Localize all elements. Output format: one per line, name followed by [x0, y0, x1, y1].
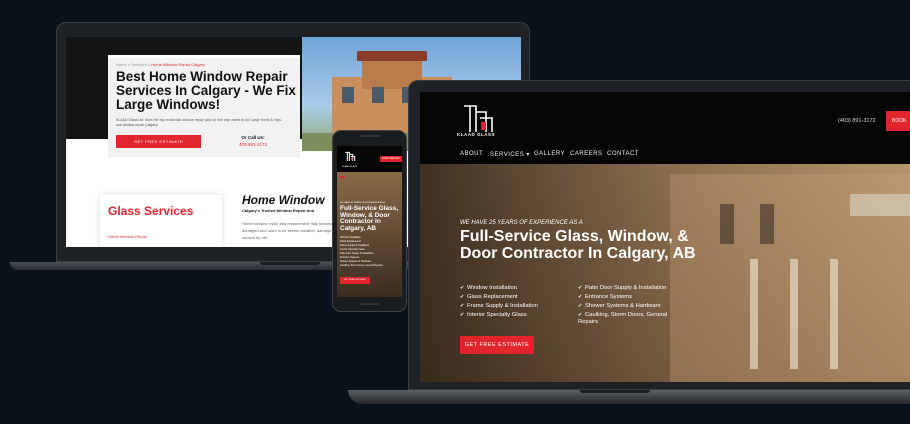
breadcrumb-sep: >	[147, 62, 151, 67]
hero-title: Full-Service Glass, Window, & Door Contr…	[460, 228, 696, 262]
laptop-front-notch	[580, 390, 650, 393]
service-item: Shower Systems & Hardware	[578, 303, 661, 309]
menu-icon[interactable]	[340, 176, 345, 178]
brand-name: KLAAD GLASS	[457, 132, 495, 137]
breadcrumb-current: Home Window Repair Calgary	[151, 62, 205, 67]
breadcrumb-sep: >	[127, 62, 131, 67]
brand-name: KLAAD GLASS	[342, 166, 358, 168]
top-navbar: KLAAD GLASS (403) 891-3172 BOOK ABOUT SE…	[420, 92, 910, 164]
nav-item-about[interactable]: ABOUT	[460, 151, 483, 157]
service-item: Frame Supply & Installation	[460, 303, 538, 309]
service-item: Entrance Systems	[578, 294, 632, 300]
service-item: Glass Replacement	[340, 240, 361, 243]
phone-link[interactable]: 403-891-3172	[228, 142, 278, 147]
page-title: Best Home Window Repair Services In Calg…	[116, 69, 296, 112]
service-item: Interior Specialty Glass	[340, 248, 365, 251]
phone-speaker	[360, 135, 380, 137]
header-phone[interactable]: (403) 891-3172	[838, 118, 876, 124]
service-item: Frame Supply & Installation	[340, 244, 370, 247]
section-text: Home window repair and replacement may b…	[242, 221, 334, 240]
hero-kicker: WE HAVE 25 YEARS OF EXPERIENCE AS A	[340, 202, 385, 204]
service-item: Interior Specialty Glass	[460, 312, 527, 318]
sidebar-title: Glass Services	[108, 204, 194, 218]
hero-section: WE HAVE 25 YEARS OF EXPERIENCE AS A Full…	[420, 164, 910, 382]
klaad-logo-icon[interactable]	[343, 151, 357, 165]
laptop-back-notch	[260, 262, 320, 265]
section-title: Home Window	[242, 193, 325, 207]
service-item: Caulking, Storm Doors, General Repairs	[578, 312, 688, 326]
book-button[interactable]: BOOK	[886, 111, 910, 131]
hero-title: Full-Service Glass, Window, & Door Contr…	[340, 205, 399, 232]
get-estimate-button[interactable]: GET FREE ESTIMATE	[116, 135, 201, 148]
hero-kicker: WE HAVE 25 YEARS OF EXPERIENCE AS A	[460, 220, 583, 226]
service-item: Patio Door Supply & Installation	[578, 285, 667, 291]
phone-screen: KLAAD GLASS BOOK SERVICE WE HAVE 25 YEAR…	[337, 146, 402, 297]
get-estimate-button[interactable]: GET FREE ESTIMATE	[460, 336, 534, 354]
breadcrumb-services[interactable]: Services	[131, 62, 146, 67]
laptop-front-screen: WE HAVE 25 YEARS OF EXPERIENCE AS A Full…	[420, 92, 910, 382]
intro-text: KLAAD Glass Ltd. does the big residentia…	[116, 118, 282, 127]
book-service-button[interactable]: BOOK SERVICE	[380, 156, 402, 162]
service-item: Window Installation	[460, 285, 517, 291]
section-subtitle: Calgary's Trusted Window Repair And	[242, 208, 315, 213]
phone-navbar: KLAAD GLASS BOOK SERVICE	[337, 146, 402, 172]
breadcrumb-home[interactable]: Home	[116, 62, 127, 67]
service-item: Caulking, Storm Doors, General Repairs	[340, 264, 383, 267]
sidebar-box: Glass Services Home Window Repair	[100, 195, 222, 247]
sidebar-link-home-window-repair[interactable]: Home Window Repair	[108, 234, 147, 239]
phone-home-indicator	[360, 303, 380, 305]
service-item: Patio Door Supply & Installation	[340, 252, 374, 255]
nav-item-gallery[interactable]: GALLERY	[534, 151, 565, 157]
nav-item-careers[interactable]: CAREERS	[570, 151, 603, 157]
service-item: Shower Systems & Hardware	[340, 260, 372, 263]
nav-item-contact[interactable]: CONTACT	[607, 151, 639, 157]
klaad-logo-icon[interactable]	[458, 102, 498, 144]
breadcrumb: Home > Services > Home Window Repair Cal…	[116, 62, 205, 67]
call-label: Or Call Us:	[241, 135, 265, 140]
hero-card: Home > Services > Home Window Repair Cal…	[108, 55, 300, 157]
nav-item-services[interactable]: SERVICES ▾	[490, 151, 530, 158]
service-item: Entrance Systems	[340, 256, 360, 259]
get-estimate-button[interactable]: GET FREE ESTIMATE	[340, 277, 370, 284]
service-item: Glass Replacement	[460, 294, 518, 300]
service-item: Window Installation	[340, 236, 361, 239]
